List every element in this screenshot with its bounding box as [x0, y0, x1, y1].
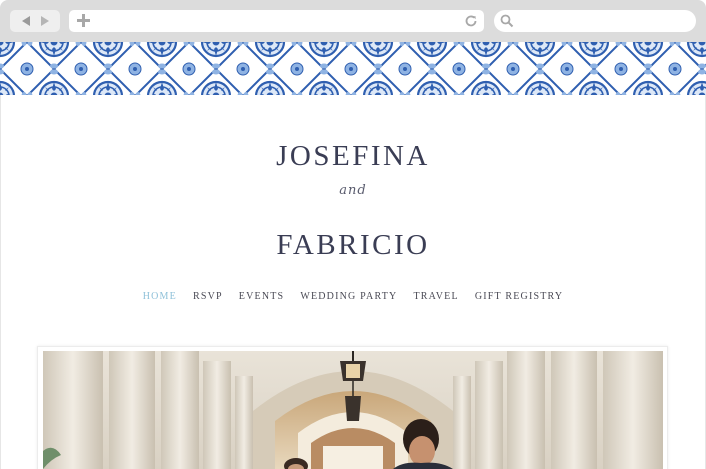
browser-toolbar: [0, 0, 706, 42]
search-icon: [500, 14, 514, 28]
nav-gift-registry[interactable]: GIFT REGISTRY: [475, 291, 563, 302]
nav-rsvp[interactable]: RSVP: [193, 291, 223, 302]
address-bar[interactable]: [69, 10, 484, 32]
nav-travel[interactable]: TRAVEL: [413, 291, 458, 302]
nav-wedding-party[interactable]: WEDDING PARTY: [300, 291, 397, 302]
couple-arcade-photo: [43, 351, 663, 469]
plus-icon[interactable]: [77, 14, 90, 27]
tile-pattern-image: [0, 42, 706, 95]
couple-name-second: FABRICIO: [276, 229, 430, 261]
nav-home[interactable]: HOME: [143, 291, 177, 302]
nav-buttons: [10, 10, 60, 32]
reload-icon[interactable]: [464, 14, 478, 28]
hero-photo: [43, 351, 663, 469]
site-navigation: HOME RSVP EVENTS WEDDING PARTY TRAVEL GI…: [0, 291, 706, 302]
search-field[interactable]: [494, 10, 696, 32]
nav-events[interactable]: EVENTS: [239, 291, 285, 302]
back-arrow-icon[interactable]: [21, 16, 30, 26]
tile-pattern-banner: [0, 42, 706, 95]
couple-name-first: JOSEFINA: [276, 140, 430, 172]
couple-name-connector: and: [339, 183, 367, 198]
forward-arrow-icon[interactable]: [40, 16, 49, 26]
